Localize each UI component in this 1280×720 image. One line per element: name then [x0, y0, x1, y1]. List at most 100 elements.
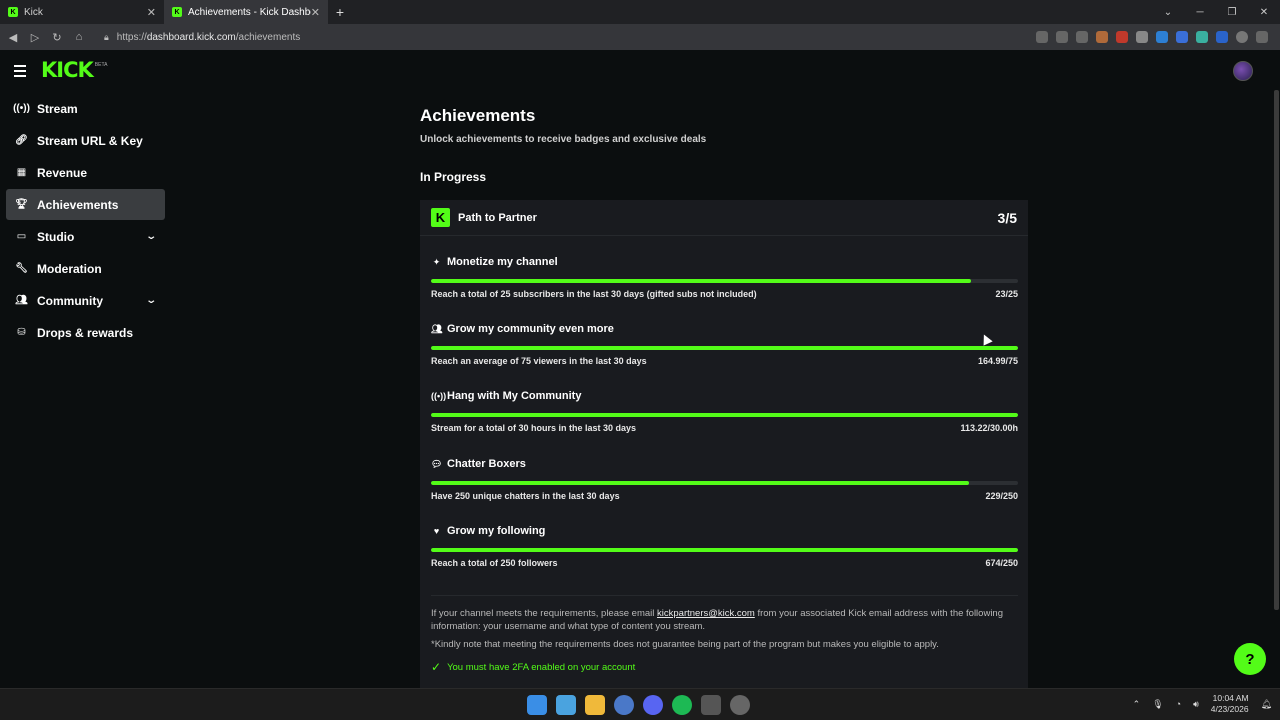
- extension-icon[interactable]: [1136, 31, 1148, 43]
- sidebar-icon[interactable]: [1216, 31, 1228, 43]
- browser-tab-bar: K Kick ✕ K Achievements - Kick Dashboard…: [0, 0, 1280, 24]
- extension-icon[interactable]: [1096, 31, 1108, 43]
- goal-title: Monetize my channel: [447, 256, 558, 268]
- goal-title: Chatter Boxers: [447, 458, 526, 470]
- sidebar-item-stream[interactable]: ((•)) Stream: [6, 93, 165, 124]
- close-tab-icon[interactable]: ✕: [311, 6, 320, 19]
- help-chat-button[interactable]: ?: [1234, 643, 1266, 675]
- browser-icon[interactable]: [614, 695, 634, 715]
- eye-off-icon[interactable]: [1036, 31, 1048, 43]
- goal-description: Reach a total of 25 subscribers in the l…: [431, 289, 757, 299]
- notification-icon[interactable]: 🔔︎: [1261, 699, 1272, 710]
- url-scheme: https://: [116, 31, 147, 43]
- folder-icon[interactable]: [585, 695, 605, 715]
- volume-icon[interactable]: 🔊︎: [1193, 699, 1199, 710]
- close-window-icon[interactable]: ✕: [1248, 7, 1280, 18]
- search-icon[interactable]: [556, 695, 576, 715]
- goal-item: ✦ Monetize my channel Reach a total of 2…: [431, 256, 1018, 316]
- goal-title: Hang with My Community: [447, 390, 582, 402]
- page-subtitle: Unlock achievements to receive badges an…: [420, 134, 707, 145]
- sidebar-item-label: Moderation: [37, 261, 102, 276]
- app-icon[interactable]: [701, 695, 721, 715]
- microphone-icon[interactable]: 🎙︎: [1152, 699, 1163, 710]
- hamburger-menu-icon[interactable]: [14, 64, 26, 77]
- achievement-card: K Path to Partner 3/5 ✦ Monetize my chan…: [420, 200, 1028, 688]
- goal-value: 23/25: [995, 289, 1018, 299]
- sidebar-item-drops-rewards[interactable]: ⛁ Drops & rewards: [6, 317, 165, 348]
- profile-icon[interactable]: [1236, 31, 1248, 43]
- sidebar-item-revenue[interactable]: ▦ Revenue: [6, 157, 165, 188]
- back-icon[interactable]: ◀: [6, 31, 20, 44]
- tab-achievements[interactable]: K Achievements - Kick Dashboard ✕: [164, 0, 328, 24]
- clock[interactable]: 10:04 AM 4/23/2026: [1211, 693, 1249, 715]
- share-icon[interactable]: [1056, 31, 1068, 43]
- heart-icon: ♥: [433, 526, 440, 536]
- kick-logo[interactable]: KICK: [41, 60, 94, 81]
- address-bar: ◀ ▷ ↻ ⌂ 🔒︎ https://dashboard.kick.com/ac…: [0, 24, 1280, 50]
- progress-fill: [431, 548, 1018, 552]
- section-title: In Progress: [420, 170, 487, 184]
- goal-description: Stream for a total of 30 hours in the la…: [431, 423, 637, 433]
- sidebar-item-achievements[interactable]: 🏆︎ Achievements: [6, 189, 165, 220]
- minimize-icon[interactable]: ─: [1184, 7, 1216, 18]
- chevron-down-icon[interactable]: ⌄: [145, 295, 157, 306]
- taskbar: ⌃ 🎙︎ ◔ 🔊︎ 10:04 AM 4/23/2026 🔔︎: [0, 688, 1280, 720]
- goal-name: ✦ Monetize my channel: [431, 256, 558, 268]
- forward-icon[interactable]: ▷: [28, 31, 42, 44]
- chevron-up-icon[interactable]: ⌃: [1133, 699, 1141, 710]
- sidebar-item-stream-url-key[interactable]: 🔗︎ Stream URL & Key: [6, 125, 165, 156]
- tab-kick[interactable]: K Kick ✕: [0, 0, 164, 24]
- studio-icon: ▭: [16, 231, 27, 242]
- restore-icon[interactable]: ❐: [1216, 7, 1248, 18]
- close-tab-icon[interactable]: ✕: [147, 6, 156, 19]
- kick-badge-icon: K: [431, 208, 450, 227]
- broadcast-icon: ((•)): [431, 391, 447, 401]
- new-tab-button[interactable]: +: [328, 4, 352, 20]
- card-title: Path to Partner: [458, 211, 537, 224]
- sidebar-item-label: Stream URL & Key: [37, 133, 143, 148]
- puzzle-icon[interactable]: [1176, 31, 1188, 43]
- system-tray: ⌃ 🎙︎ ◔ 🔊︎ 10:04 AM 4/23/2026 🔔︎: [1133, 693, 1272, 715]
- ublock-icon[interactable]: [1116, 31, 1128, 43]
- discord-icon[interactable]: [643, 695, 663, 715]
- goal-description: Reach an average of 75 viewers in the la…: [431, 356, 647, 366]
- bookmark-icon[interactable]: [1076, 31, 1088, 43]
- wifi-icon[interactable]: ◔: [1176, 699, 1181, 709]
- goal-value: 164.99/75: [977, 356, 1018, 366]
- menu-icon[interactable]: [1256, 31, 1268, 43]
- page-title: Achievements: [420, 106, 536, 125]
- community-icon: 👥︎: [431, 323, 443, 334]
- link-icon: 🔗︎: [15, 135, 28, 146]
- avatar[interactable]: [1233, 61, 1253, 81]
- goal-item: 👥︎ Grow my community even more Reach an …: [431, 323, 1018, 383]
- app-icon[interactable]: [730, 695, 750, 715]
- dashboard: KICK BETA ((•)) Stream 🔗︎ Stream URL & K…: [0, 50, 1280, 688]
- progress-track: [431, 413, 1018, 417]
- goal-item: ♥ Grow my following Reach a total of 250…: [431, 525, 1018, 585]
- goal-item: ((•)) Hang with My Community Stream for …: [431, 390, 1018, 450]
- extension-icon[interactable]: [1196, 31, 1208, 43]
- requirement-text: You must have 2FA enabled on your accoun…: [447, 661, 636, 673]
- sidebar-item-label: Drops & rewards: [37, 325, 134, 340]
- goal-value: 113.22/30.00h: [960, 423, 1018, 433]
- spotify-icon[interactable]: [672, 695, 692, 715]
- chat-icon: 💬︎: [431, 458, 443, 469]
- tab-search-icon[interactable]: ⌄: [1152, 7, 1184, 18]
- tab-title: Kick: [24, 6, 43, 18]
- home-icon[interactable]: ⌂: [72, 31, 86, 43]
- progress-track: [431, 481, 1018, 485]
- start-icon[interactable]: [527, 695, 547, 715]
- url-field[interactable]: 🔒︎ https://dashboard.kick.com/achievemen…: [104, 32, 300, 43]
- divider: [431, 595, 1018, 596]
- reload-icon[interactable]: ↻: [50, 31, 64, 44]
- wrench-icon: 🔧︎: [15, 263, 28, 274]
- sidebar-item-studio[interactable]: ▭ Studio ⌄: [6, 221, 165, 252]
- extension-icon[interactable]: [1156, 31, 1168, 43]
- scrollbar[interactable]: [1274, 90, 1279, 610]
- chevron-down-icon[interactable]: ⌄: [145, 231, 157, 242]
- sidebar-item-moderation[interactable]: 🔧︎ Moderation: [6, 253, 165, 284]
- sidebar-item-label: Revenue: [37, 165, 88, 180]
- partner-email-link[interactable]: kickpartners@kick.com: [657, 608, 755, 619]
- sidebar-item-community[interactable]: 👥︎ Community ⌄: [6, 285, 165, 316]
- sidebar: KICK BETA ((•)) Stream 🔗︎ Stream URL & K…: [0, 50, 170, 688]
